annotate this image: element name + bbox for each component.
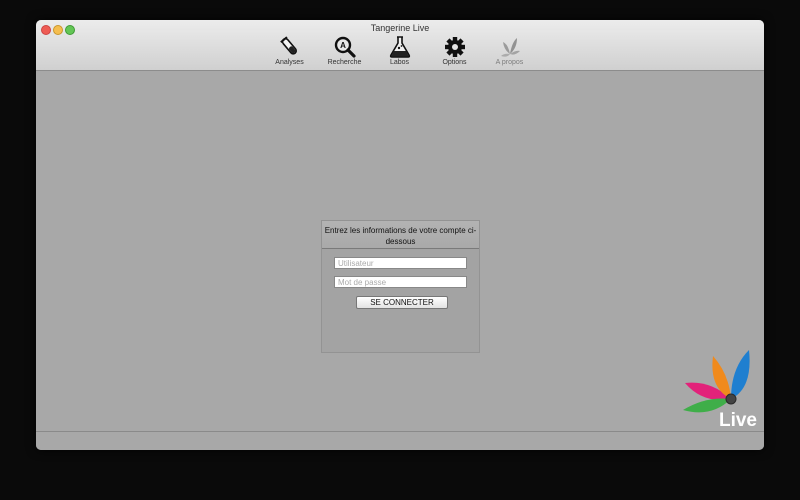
logo-text: Live <box>719 410 757 428</box>
toolbar-item-analyses[interactable]: Analyses <box>262 36 317 68</box>
toolbar-item-recherche[interactable]: A Recherche <box>317 36 372 68</box>
leaf-icon <box>500 38 520 57</box>
username-input[interactable] <box>334 257 467 269</box>
gear-icon <box>444 37 465 57</box>
password-input[interactable] <box>334 276 467 288</box>
window-title: Tangerine Live <box>370 23 430 33</box>
logo-petal-blue <box>731 350 750 399</box>
magnifier-icon: A <box>334 36 356 58</box>
login-button[interactable]: SE CONNECTER <box>356 296 448 309</box>
login-heading: Entrez les informations de votre compte … <box>322 221 479 249</box>
toolbar-item-options[interactable]: Options <box>427 36 482 68</box>
toolbar-item-labos[interactable]: Labos <box>372 36 427 68</box>
toolbar-item-a-propos[interactable]: A propos <box>482 36 537 68</box>
svg-text:A: A <box>340 41 346 50</box>
toolbar-item-label: Labos <box>389 59 410 66</box>
main-content: Entrez les informations de votre compte … <box>36 71 764 431</box>
toolbar-item-label: Recherche <box>327 59 362 66</box>
login-panel: Entrez les informations de votre compte … <box>321 220 480 353</box>
status-bar <box>36 431 764 450</box>
flask-icon <box>389 36 410 58</box>
test-tube-icon <box>279 36 297 55</box>
toolbar: Analyses A Recherche Labos Options A pro… <box>262 36 537 68</box>
tangerine-live-logo: Live <box>683 350 757 428</box>
toolbar-item-label: Options <box>442 59 467 66</box>
logo-center-dot <box>725 393 737 405</box>
toolbar-item-label: Analyses <box>275 59 304 66</box>
app-window: Tangerine Live Analyses A Recherche Labo… <box>36 20 764 450</box>
toolbar-item-label: A propos <box>495 59 524 66</box>
title-bar: Tangerine Live Analyses A Recherche Labo… <box>36 20 764 71</box>
